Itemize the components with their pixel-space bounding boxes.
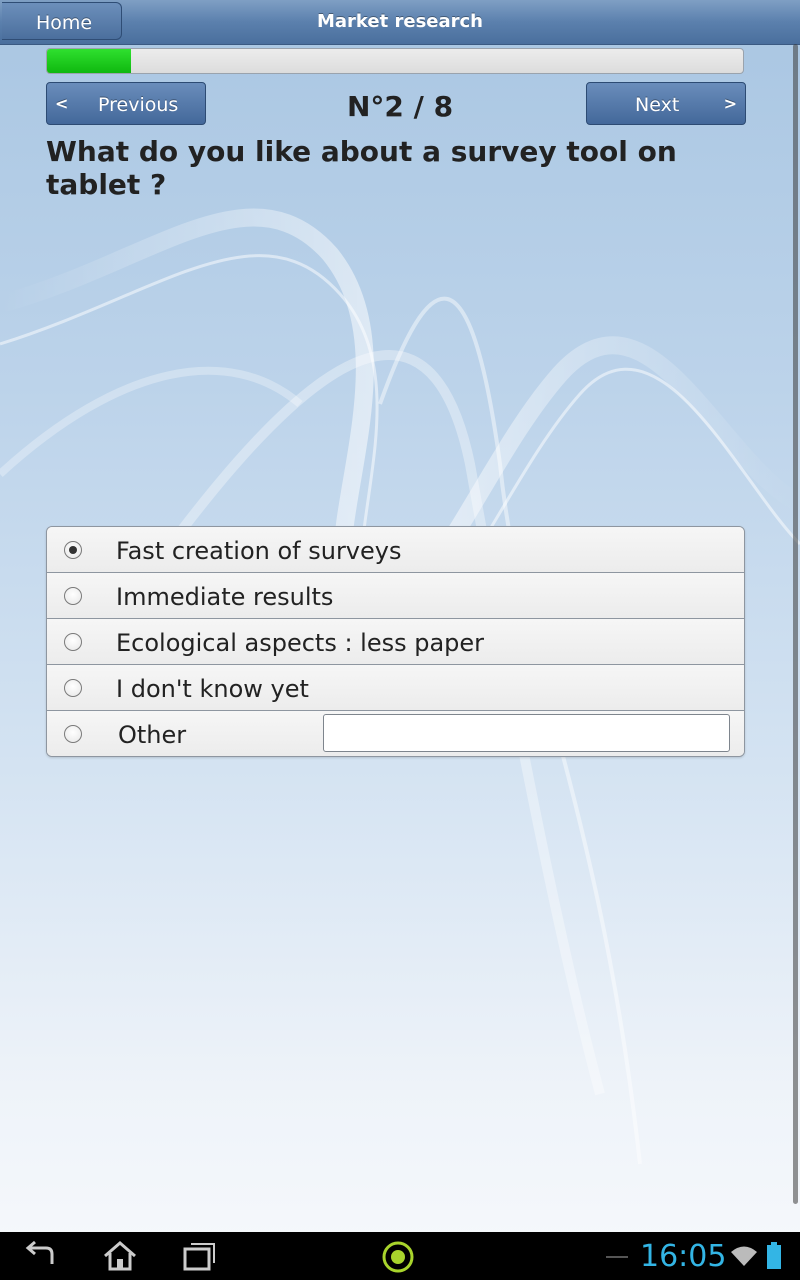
question-text: What do you like about a survey tool on … [46,135,677,201]
choice-item[interactable]: Ecological aspects : less paper [47,619,744,665]
choice-label: Immediate results [116,583,334,611]
previous-button-label: Previous [98,94,179,116]
radio-button[interactable] [64,633,82,651]
choice-list: Fast creation of surveys Immediate resul… [46,526,745,757]
progress-bar [46,48,744,74]
scrollbar[interactable] [793,44,798,1204]
battery-icon [767,1242,781,1269]
choice-other[interactable]: Other [47,711,744,756]
recent-apps-icon[interactable] [182,1240,218,1272]
choice-item[interactable]: I don't know yet [47,665,744,711]
system-navigation-bar: 16:05 [0,1232,800,1280]
circle-app-icon[interactable] [380,1240,416,1274]
radio-button[interactable] [64,679,82,697]
question-counter: N°2 / 8 [346,90,454,123]
back-icon[interactable] [22,1240,58,1272]
next-button-label: Next [635,94,680,116]
page-title: Market research [316,11,484,32]
notification-dash-icon [606,1256,628,1258]
survey-content: < Previous N°2 / 8 Next > What do you li… [0,0,800,1232]
choice-label: Ecological aspects : less paper [116,629,485,657]
other-label: Other [118,721,187,749]
wifi-icon [731,1246,757,1266]
header-bar: Home Market research [0,0,800,45]
radio-button[interactable] [64,541,82,559]
choice-label: Fast creation of surveys [116,537,402,565]
radio-button-other[interactable] [64,725,82,743]
home-icon[interactable] [102,1240,138,1272]
radio-button[interactable] [64,587,82,605]
chevron-left-icon: < [55,94,69,113]
next-button[interactable]: Next > [586,82,746,125]
other-text-input[interactable] [323,714,730,752]
choice-item[interactable]: Fast creation of surveys [47,527,744,573]
clock: 16:05 [640,1239,727,1274]
choice-item[interactable]: Immediate results [47,573,744,619]
chevron-right-icon: > [723,94,737,113]
previous-button[interactable]: < Previous [46,82,206,125]
choice-label: I don't know yet [116,675,309,703]
progress-fill [47,49,131,73]
